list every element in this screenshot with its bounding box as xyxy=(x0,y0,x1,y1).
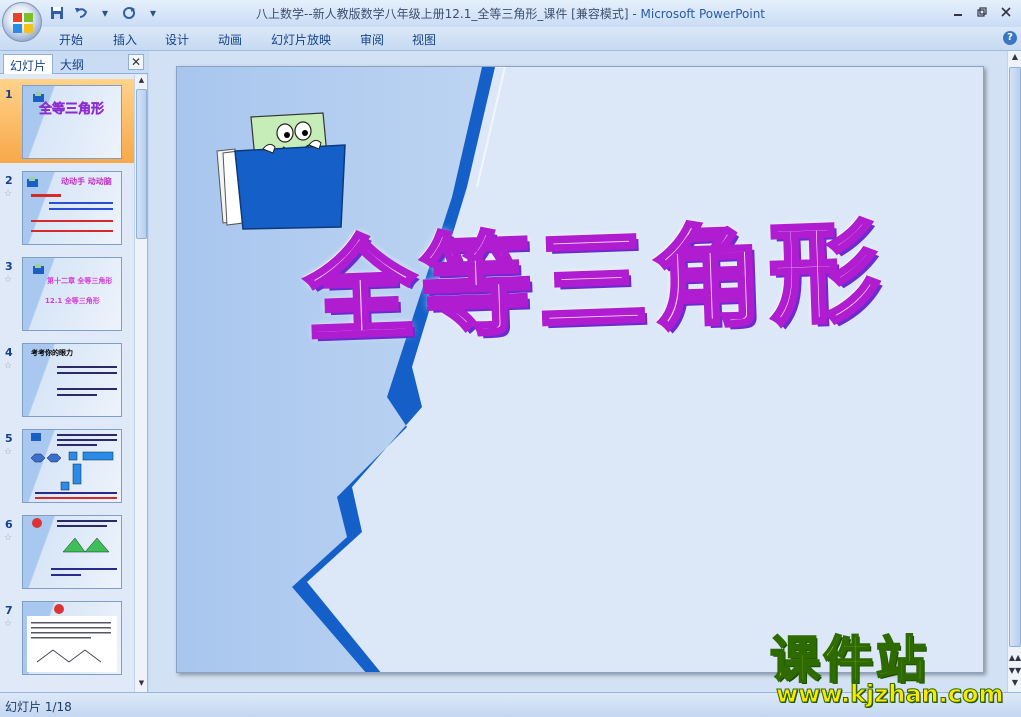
thumbnail-preview xyxy=(22,601,122,675)
thumbnail-title: 第十二章 全等三角形 xyxy=(47,277,113,285)
office-button[interactable] xyxy=(2,2,42,42)
scroll-down-icon[interactable]: ▼ xyxy=(135,679,148,691)
animation-star-icon: ☆ xyxy=(4,189,13,199)
slide-thumbnail-1[interactable]: 1 全等三角形 xyxy=(0,79,134,163)
thumbnail-shapes xyxy=(27,604,117,672)
slide-counter: 幻灯片 1/18 xyxy=(5,700,72,714)
thumbnail-number: 3 xyxy=(5,260,13,273)
thumbnail-preview xyxy=(22,429,122,503)
thumbnail-number: 2 xyxy=(5,174,13,187)
thumbnail-list: 1 全等三角形 2 ☆ 动动手 动动脑 3 ☆ 第十二章 全等三角形 12.1 … xyxy=(0,75,134,692)
thumbnail-subtitle: 12.1 全等三角形 xyxy=(45,297,100,305)
help-icon[interactable]: ? xyxy=(1003,31,1017,45)
scroll-up-icon[interactable]: ▲ xyxy=(1008,52,1021,65)
thumbnail-number: 1 xyxy=(5,88,13,101)
slides-pane: 幻灯片 大纲 ✕ 1 全等三角形 2 ☆ 动动手 动动脑 3 ☆ 第十二章 全等… xyxy=(0,51,148,692)
slide-thumbnail-3[interactable]: 3 ☆ 第十二章 全等三角形 12.1 全等三角形 xyxy=(0,251,134,335)
pane-close-button[interactable]: ✕ xyxy=(128,54,144,70)
office-logo-icon xyxy=(13,13,33,33)
thumbnail-preview: 动动手 动动脑 xyxy=(22,171,122,245)
slide-thumbnail-6[interactable]: 6 ☆ xyxy=(0,509,134,593)
animation-star-icon: ☆ xyxy=(4,533,13,543)
thumbnail-preview: 第十二章 全等三角形 12.1 全等三角形 xyxy=(22,257,122,331)
slide-scrollbar[interactable]: ▲ ▲▲ ▼▼ ▼ xyxy=(1007,51,1021,692)
minimize-icon[interactable] xyxy=(947,3,969,20)
slide-thumbnail-7[interactable]: 7 ☆ xyxy=(0,595,134,679)
tab-home[interactable]: 开始 xyxy=(59,31,83,48)
slide-thumbnail-4[interactable]: 4 ☆ 考考你的眼力 xyxy=(0,337,134,421)
slide-1[interactable]: 全等三角形 xyxy=(176,66,984,673)
slide-thumbnail-2[interactable]: 2 ☆ 动动手 动动脑 xyxy=(0,165,134,249)
watermark-url: www.kjzhan.com xyxy=(775,680,1004,709)
title-separator: - xyxy=(628,7,641,21)
thumbnail-number: 7 xyxy=(5,604,13,617)
slide-thumbnail-5[interactable]: 5 ☆ xyxy=(0,423,134,507)
scroll-up-icon[interactable]: ▲ xyxy=(135,76,148,88)
thumbnail-preview: 考考你的眼力 xyxy=(22,343,122,417)
thumbnail-shapes xyxy=(30,433,117,499)
slide-title[interactable]: 全等三角形 xyxy=(301,182,889,362)
thumbnail-title: 全等三角形 xyxy=(39,102,105,117)
animation-star-icon: ☆ xyxy=(4,361,13,371)
window-controls xyxy=(947,3,1017,20)
thumbnail-preview: 全等三角形 xyxy=(22,85,122,159)
thumbnail-number: 5 xyxy=(5,432,13,445)
animation-star-icon: ☆ xyxy=(4,275,13,285)
animation-star-icon: ☆ xyxy=(4,447,13,457)
thumbnail-title: 动动手 动动脑 xyxy=(61,177,112,186)
document-title: 八上数学--新人教版数学八年级上册12.1_全等三角形_课件 [兼容模式] xyxy=(255,7,629,21)
folder-icon xyxy=(33,264,44,274)
tab-insert[interactable]: 插入 xyxy=(113,31,137,48)
pane-scrollbar[interactable]: ▲ ▼ xyxy=(134,75,147,692)
tab-outline[interactable]: 大纲 xyxy=(54,54,90,74)
ribbon-tabs: 开始 插入 设计 动画 幻灯片放映 审阅 视图 ? xyxy=(0,27,1021,51)
slide-scroll-thumb[interactable] xyxy=(1009,67,1021,647)
thumbnail-shapes xyxy=(32,518,117,576)
restore-icon[interactable] xyxy=(971,3,993,20)
tab-animations[interactable]: 动画 xyxy=(218,31,242,48)
tab-review[interactable]: 审阅 xyxy=(360,31,384,48)
tab-slides[interactable]: 幻灯片 xyxy=(3,54,54,74)
animation-star-icon: ☆ xyxy=(4,619,13,629)
thumbnail-preview xyxy=(22,515,122,589)
thumbnail-number: 6 xyxy=(5,518,13,531)
thumbnail-number: 4 xyxy=(5,346,13,359)
pane-scroll-thumb[interactable] xyxy=(136,89,147,239)
title-bar: ▾ ▾ 八上数学--新人教版数学八年级上册12.1_全等三角形_课件 [兼容模式… xyxy=(0,0,1021,27)
window-title: 八上数学--新人教版数学八年级上册12.1_全等三角形_课件 [兼容模式] - … xyxy=(0,5,1021,22)
tab-slideshow[interactable]: 幻灯片放映 xyxy=(271,31,331,48)
pane-tabs: 幻灯片 大纲 ✕ xyxy=(0,51,148,74)
tab-view[interactable]: 视图 xyxy=(412,31,436,48)
tab-design[interactable]: 设计 xyxy=(165,31,189,48)
app-name: Microsoft PowerPoint xyxy=(640,7,766,21)
thumbnail-title: 考考你的眼力 xyxy=(31,349,73,357)
watermark: 课件站 www.kjzhan.com xyxy=(769,620,1010,712)
slide-canvas: 全等三角形 xyxy=(149,51,1007,692)
folder-icon xyxy=(33,92,44,102)
close-icon[interactable] xyxy=(995,3,1017,20)
folder-icon xyxy=(27,177,38,187)
